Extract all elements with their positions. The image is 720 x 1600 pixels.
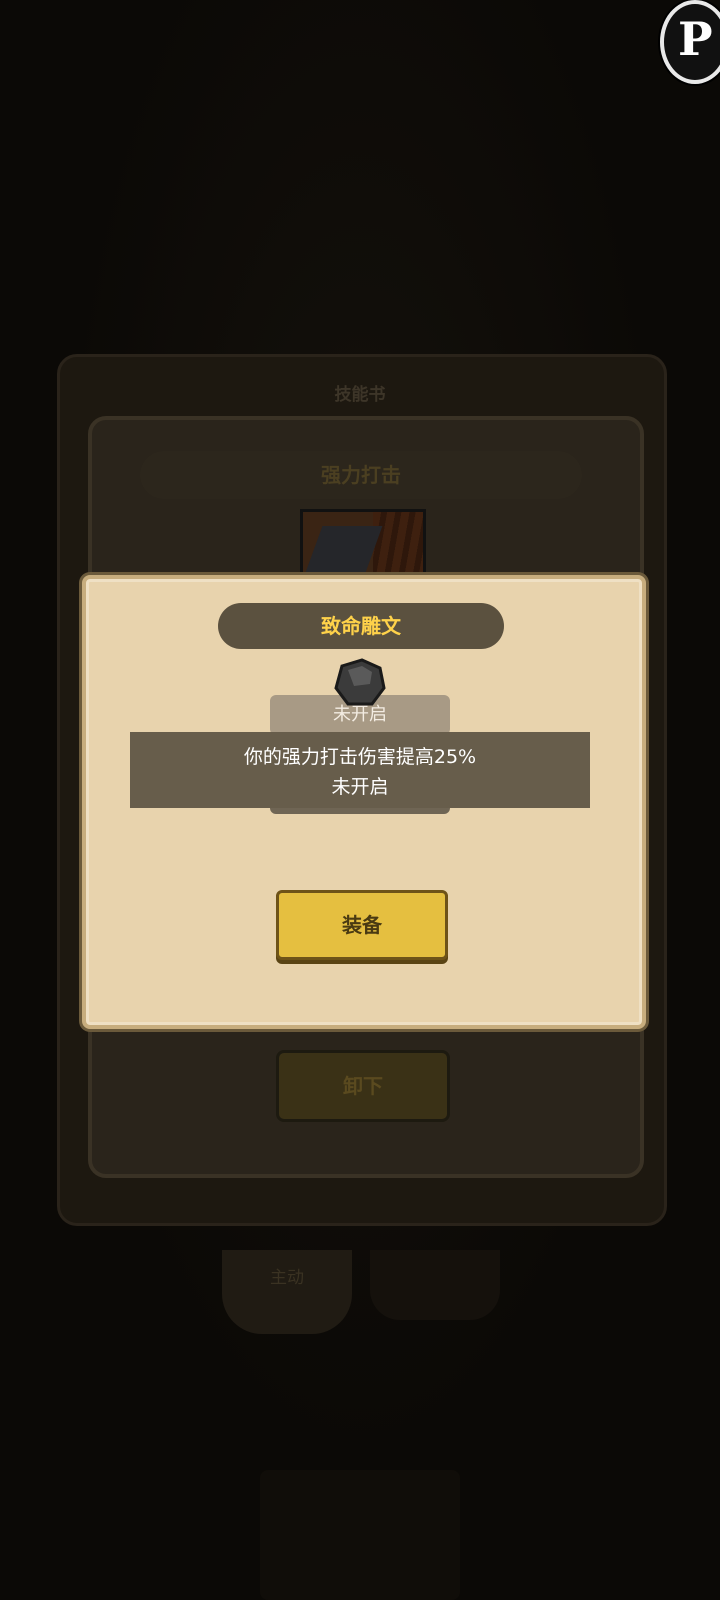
skill-name-banner: 强力打击: [140, 451, 582, 499]
floating-assistant-icon[interactable]: P: [660, 0, 720, 84]
assistant-letter: P: [678, 12, 713, 66]
tab-active-skills[interactable]: 主动: [222, 1250, 352, 1334]
skill-book-title: 技能书: [334, 385, 386, 405]
description-band: 你的强力打击伤害提高25% 未开启: [130, 732, 590, 808]
bottom-decoration: [260, 1470, 460, 1600]
rune-stone-icon: [332, 658, 388, 708]
dialog-title-banner: 致命雕文: [218, 603, 504, 649]
glyph-description: 你的强力打击伤害提高25%: [243, 746, 477, 768]
dialog-title: 致命雕文: [321, 614, 401, 638]
unequip-button[interactable]: 卸下: [276, 1050, 450, 1122]
status-text-bottom: 未开启: [331, 776, 389, 798]
skill-name: 强力打击: [321, 463, 401, 487]
tab-passive-skills[interactable]: [370, 1250, 500, 1320]
equip-button[interactable]: 装备: [276, 890, 448, 960]
